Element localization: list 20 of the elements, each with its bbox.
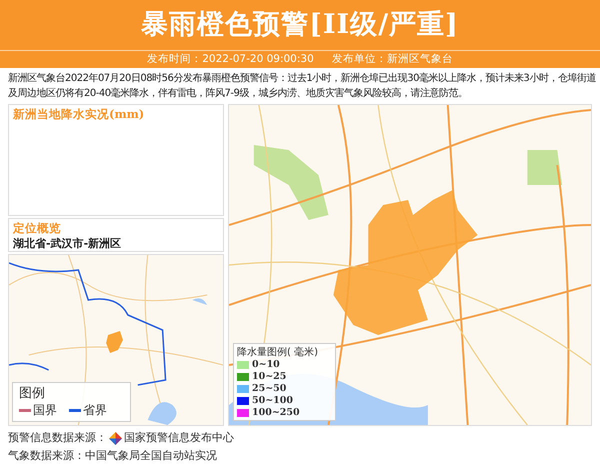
- legend-label: 25~50: [252, 383, 286, 395]
- legend-label: 100~250: [252, 407, 300, 419]
- legend-title: 降水量图例( 毫米): [237, 346, 319, 359]
- legend-label: 0~10: [252, 359, 280, 371]
- panel-title: 定位概览: [13, 221, 62, 236]
- warning-title: 暴雨橙色预警[II级/严重]: [140, 8, 460, 42]
- issuer: 发布单位：新洲区气象台: [332, 52, 453, 67]
- legend-label: 10~25: [252, 371, 286, 383]
- location-text: 湖北省-武汉市-新洲区: [13, 236, 122, 251]
- issue-time: 发布时间：2022-07-20 09:00:30: [147, 52, 314, 67]
- panel-title: 新洲当地降水实况(mm): [13, 107, 146, 122]
- diamond-logo-icon: [109, 432, 122, 444]
- warning-description: 新洲区气象台2022年07月20日08时56分发布暴雨橙色预警信号：过去1小时，新洲仓埠已出现30毫米以上降水，预计未来3小时，仓埠街道及周边地区仍将有20-40毫米降水，伴有雷电，阵风7-9级，城乡内涝、地质灾害气象风险较高，请注意防范。: [7, 72, 597, 101]
- weather-source: 气象数据来源：中国气象局全国自动站实况: [8, 448, 218, 464]
- source-name: 国家预警信息发布中心: [124, 430, 234, 446]
- legend-label: 50~100: [252, 395, 294, 407]
- legend-label: 国界: [33, 402, 57, 419]
- legend-title: 图例: [19, 385, 46, 402]
- legend-label: 省界: [83, 402, 107, 419]
- source-label: 预警信息数据来源：: [8, 430, 107, 446]
